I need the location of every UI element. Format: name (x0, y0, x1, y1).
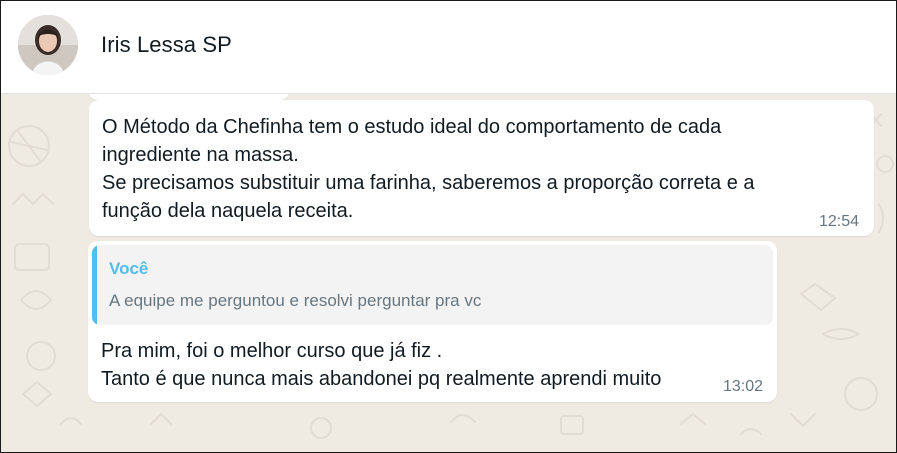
message-timestamp: 12:54 (819, 213, 860, 230)
quoted-message-author: Você (109, 259, 149, 278)
message-bubble[interactable]: O Método da Chefinha tem o estudo ideal … (89, 100, 874, 236)
quoted-message-text: A equipe me perguntou e resolvi pergunta… (109, 291, 482, 310)
message-text: O Método da Chefinha tem o estudo ideal … (102, 116, 755, 222)
message-text: Pra mim, foi o melhor curso que já fiz .… (101, 340, 662, 390)
profile-photo-icon (18, 15, 78, 75)
message-list[interactable]: O Método da Chefinha tem o estudo ideal … (1, 94, 896, 452)
reply-message-bubble[interactable]: Você A equipe me perguntou e resolvi per… (88, 241, 777, 402)
contact-avatar[interactable] (18, 15, 78, 75)
message-timestamp: 13:02 (723, 378, 764, 395)
quote-accent-bar (92, 245, 97, 325)
contact-name[interactable]: Iris Lessa SP (101, 32, 232, 58)
quoted-message[interactable]: Você A equipe me perguntou e resolvi per… (92, 245, 773, 325)
chat-header[interactable]: Iris Lessa SP (1, 1, 896, 94)
chat-window: Iris Lessa SP O Método da Chefinha tem o… (0, 0, 897, 453)
